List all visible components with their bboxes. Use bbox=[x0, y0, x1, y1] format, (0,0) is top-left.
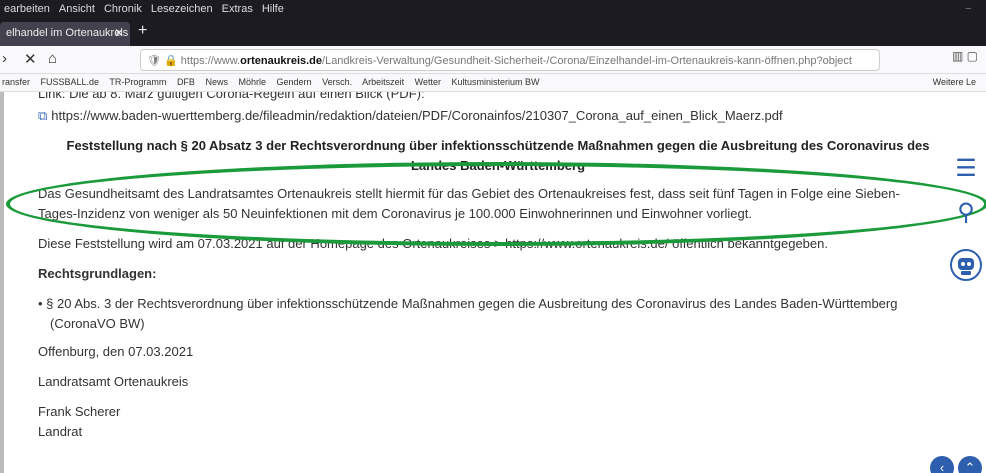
place-date: Offenburg, den 07.03.2021 bbox=[38, 344, 194, 359]
menu-help[interactable]: Hilfe bbox=[262, 3, 284, 15]
external-link-icon: ⧉ bbox=[38, 108, 48, 123]
menu-icon[interactable]: ☰ bbox=[946, 154, 986, 183]
bookmark-item[interactable]: Wetter bbox=[415, 77, 441, 87]
page-content: Link: Die ab 8. März gültigen Corona-Reg… bbox=[0, 92, 986, 473]
menu-edit[interactable]: earbeiten bbox=[4, 3, 50, 15]
pdf-link[interactable]: ⧉ https://www.baden-wuerttemberg.de/filea… bbox=[38, 106, 783, 126]
back-to-top-left-icon[interactable]: ‹ bbox=[930, 456, 954, 473]
navigation-bar: › ✕ ⌂ 🛡 🔒 https://www.ortenaukreis.de/La… bbox=[0, 46, 986, 74]
bookmark-item[interactable]: TR-Programm bbox=[109, 77, 166, 87]
tab-title: elhandel im Ortenaukreis k bbox=[6, 27, 130, 39]
library-icon[interactable]: ▥ bbox=[952, 49, 963, 63]
bookmark-item[interactable]: ransfer bbox=[2, 77, 30, 87]
bookmark-item[interactable]: News bbox=[205, 77, 228, 87]
signer-name: Frank Scherer bbox=[38, 404, 121, 419]
bullet-line-2: (CoronaVO BW) bbox=[50, 316, 145, 331]
bookmark-item[interactable]: Gendern bbox=[277, 77, 312, 87]
home-icon[interactable]: ⌂ bbox=[48, 50, 57, 67]
bookmark-item[interactable]: Arbeitszeit bbox=[362, 77, 404, 87]
menu-bookmarks[interactable]: Lesezeichen bbox=[151, 3, 213, 15]
url-bar[interactable]: 🛡 🔒 https://www.ortenaukreis.de/Landkrei… bbox=[140, 49, 880, 71]
more-bookmarks[interactable]: Weitere Le bbox=[933, 77, 976, 87]
forward-icon[interactable]: › bbox=[2, 50, 7, 67]
stop-icon[interactable]: ✕ bbox=[24, 50, 37, 68]
minimize-icon[interactable]: – bbox=[965, 3, 971, 14]
new-tab-button[interactable]: + bbox=[138, 22, 147, 40]
bookmarks-bar: ransfer FUSSBALL.de TR-Programm DFB News… bbox=[0, 74, 986, 92]
bookmark-item[interactable]: Versch. bbox=[322, 77, 352, 87]
tab-bar: elhandel im Ortenaukreis k ✕ + bbox=[0, 18, 986, 46]
bookmark-item[interactable]: Kultusministerium BW bbox=[452, 77, 540, 87]
toolbar-icons: ▥ ▢ bbox=[952, 49, 978, 63]
link-label: Link: Die ab 8. März gültigen Corona-Reg… bbox=[38, 92, 425, 101]
annotation-ellipse bbox=[6, 162, 986, 246]
section-heading: Feststellung nach § 20 Absatz 3 der Rech… bbox=[66, 138, 930, 153]
signer-title: Landrat bbox=[38, 424, 83, 439]
menu-tools[interactable]: Extras bbox=[222, 3, 253, 15]
menu-history[interactable]: Chronik bbox=[104, 3, 142, 15]
menu-bar: earbeiten Ansicht Chronik Lesezeichen Ex… bbox=[0, 0, 986, 18]
tab-active[interactable]: elhandel im Ortenaukreis k ✕ bbox=[0, 22, 130, 46]
menu-view[interactable]: Ansicht bbox=[59, 3, 95, 15]
bookmark-item[interactable]: DFB bbox=[177, 77, 195, 87]
chatbot-icon[interactable] bbox=[946, 248, 986, 287]
close-tab-icon[interactable]: ✕ bbox=[114, 26, 124, 40]
search-icon[interactable]: ⚲ bbox=[946, 198, 986, 227]
sidebar-icon[interactable]: ▢ bbox=[967, 49, 978, 63]
bullet-line: • § 20 Abs. 3 der Rechtsverordnung über … bbox=[38, 296, 898, 311]
shield-icon: 🛡 bbox=[147, 55, 165, 67]
lock-icon: 🔒 bbox=[164, 55, 181, 67]
bookmark-item[interactable]: FUSSBALL.de bbox=[41, 77, 100, 87]
office: Landratsamt Ortenaukreis bbox=[38, 374, 189, 389]
scroll-up-icon[interactable]: ⌃ bbox=[958, 456, 982, 473]
rechtsgrundlagen-heading: Rechtsgrundlagen: bbox=[38, 266, 157, 281]
bookmark-item[interactable]: Möhrle bbox=[238, 77, 266, 87]
